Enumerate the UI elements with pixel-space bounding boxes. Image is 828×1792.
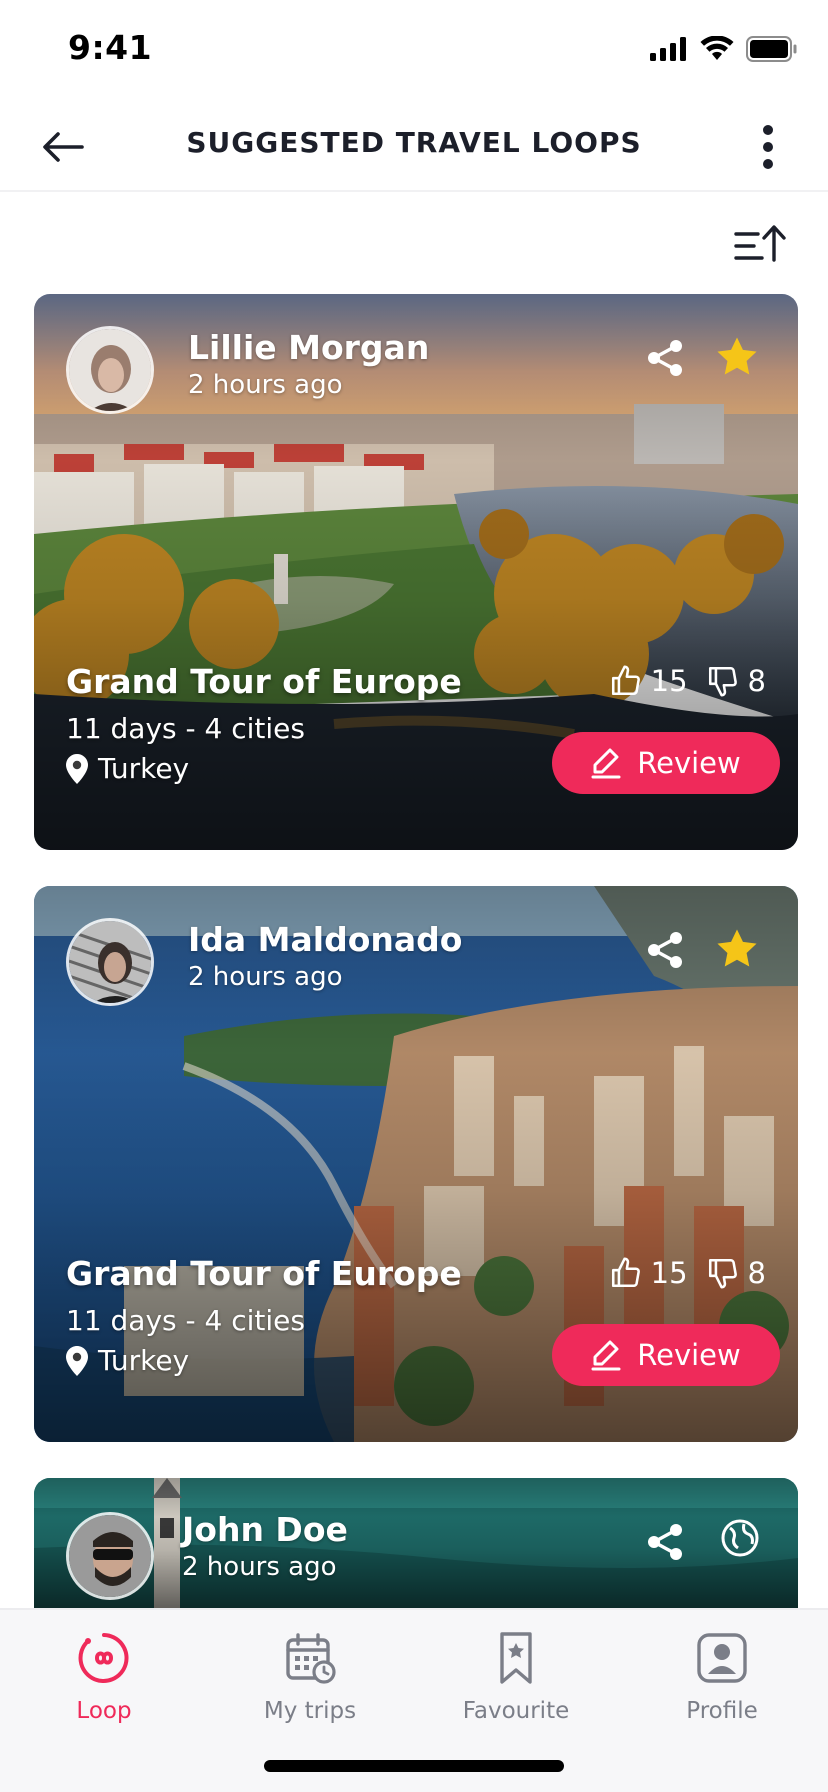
votes: 15 8	[609, 664, 766, 698]
tab-my-trips[interactable]: My trips	[220, 1630, 400, 1724]
thumbs-down-icon[interactable]	[706, 1256, 740, 1290]
like-count: 15	[650, 664, 688, 698]
tab-favourite[interactable]: Favourite	[426, 1630, 606, 1724]
avatar[interactable]	[66, 1512, 154, 1600]
post-time: 2 hours ago	[182, 1552, 337, 1582]
public-globe-button[interactable]	[720, 1518, 760, 1558]
dislike-count: 8	[747, 1256, 766, 1290]
wifi-icon	[700, 36, 734, 60]
trip-location: Turkey	[66, 752, 189, 785]
more-options-button[interactable]	[758, 122, 778, 172]
author-name[interactable]: Ida Maldonado	[188, 920, 462, 959]
globe-icon	[721, 1519, 759, 1557]
page-title: SUGGESTED TRAVEL LOOPS	[186, 126, 642, 159]
share-icon	[648, 340, 682, 376]
dislike-count: 8	[747, 664, 766, 698]
favourite-star-button[interactable]	[714, 926, 760, 972]
more-dot-icon	[763, 142, 773, 152]
travel-loop-list: Lillie Morgan 2 hours ago Grand Tour of …	[34, 294, 798, 1478]
trip-duration: 11 days - 4 cities	[66, 1304, 305, 1337]
tab-label: Loop	[76, 1698, 132, 1724]
battery-icon	[746, 36, 797, 62]
pencil-icon	[591, 1340, 621, 1371]
author-name[interactable]: John Doe	[182, 1510, 348, 1549]
like-count: 15	[650, 1256, 688, 1290]
trip-title[interactable]: Grand Tour of Europe	[66, 1254, 462, 1293]
trip-duration: 11 days - 4 cities	[66, 712, 305, 745]
tab-label: My trips	[263, 1698, 357, 1724]
travel-loop-card[interactable]: Lillie Morgan 2 hours ago Grand Tour of …	[34, 294, 798, 850]
sort-icon	[734, 225, 786, 262]
share-icon	[648, 1524, 682, 1560]
review-label: Review	[637, 746, 741, 780]
share-button[interactable]	[646, 1522, 686, 1562]
status-bar: 9:41	[0, 0, 828, 100]
calendar-icon	[286, 1633, 336, 1684]
more-dot-icon	[763, 159, 773, 169]
avatar[interactable]	[66, 326, 154, 414]
bookmark-icon	[500, 1632, 532, 1684]
author-name[interactable]: Lillie Morgan	[188, 328, 429, 367]
more-dot-icon	[763, 125, 773, 135]
profile-icon	[697, 1633, 747, 1683]
location-text: Turkey	[98, 752, 190, 785]
share-icon	[648, 932, 682, 968]
tab-profile[interactable]: Profile	[632, 1630, 812, 1724]
location-text: Turkey	[98, 1344, 190, 1377]
review-label: Review	[637, 1338, 741, 1372]
home-indicator[interactable]	[264, 1760, 564, 1772]
tab-label: Favourite	[462, 1698, 570, 1724]
sort-button[interactable]	[732, 222, 788, 270]
tab-label: Profile	[686, 1698, 758, 1724]
pencil-icon	[591, 748, 621, 779]
location-pin-icon	[66, 1345, 88, 1376]
share-button[interactable]	[646, 930, 686, 970]
status-icons	[650, 36, 798, 62]
review-button[interactable]: Review	[552, 732, 780, 794]
thumbs-up-icon[interactable]	[609, 1256, 643, 1290]
tab-loop[interactable]: Loop	[14, 1630, 194, 1724]
votes: 15 8	[609, 1256, 766, 1290]
favourite-star-button[interactable]	[714, 334, 760, 380]
thumbs-down-icon[interactable]	[706, 664, 740, 698]
share-button[interactable]	[646, 338, 686, 378]
trip-title[interactable]: Grand Tour of Europe	[66, 662, 462, 701]
travel-loop-card[interactable]: John Doe 2 hours ago	[34, 1478, 798, 1608]
location-pin-icon	[66, 753, 88, 784]
signal-icon	[650, 37, 686, 61]
avatar[interactable]	[66, 918, 154, 1006]
post-time: 2 hours ago	[188, 370, 343, 400]
app-header: SUGGESTED TRAVEL LOOPS	[0, 100, 828, 192]
loop-icon	[78, 1633, 129, 1683]
review-button[interactable]: Review	[552, 1324, 780, 1386]
travel-loop-card[interactable]: Ida Maldonado 2 hours ago Grand Tour of …	[34, 886, 798, 1442]
trip-location: Turkey	[66, 1344, 189, 1377]
star-icon	[717, 337, 757, 375]
star-icon	[717, 929, 757, 967]
thumbs-up-icon[interactable]	[609, 664, 643, 698]
post-time: 2 hours ago	[188, 962, 343, 992]
status-time: 9:41	[68, 28, 153, 67]
